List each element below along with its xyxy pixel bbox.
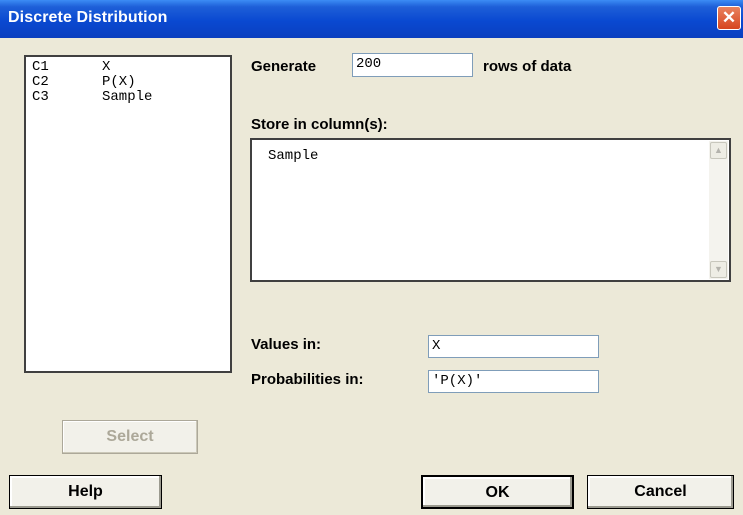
help-button[interactable]: Help: [9, 475, 162, 509]
discrete-distribution-dialog: Discrete Distribution ✕ C1 X C2 P(X) C3 Sam…: [0, 0, 743, 515]
store-scrollbar[interactable]: ▲ ▼: [709, 141, 728, 279]
values-in-input[interactable]: X: [428, 335, 599, 358]
title-bar: Discrete Distribution ✕: [0, 0, 743, 38]
cancel-button[interactable]: Cancel: [587, 475, 734, 509]
chevron-up-icon[interactable]: ▲: [710, 142, 727, 159]
values-in-label: Values in:: [251, 336, 322, 353]
store-in-columns-label: Store in column(s):: [251, 116, 388, 133]
list-item[interactable]: C1 X: [32, 60, 110, 75]
generate-rows-input[interactable]: 200: [352, 53, 473, 77]
probabilities-in-label: Probabilities in:: [251, 371, 364, 388]
select-button[interactable]: Select: [62, 420, 198, 454]
list-item[interactable]: C3 Sample: [32, 90, 152, 105]
probabilities-in-input[interactable]: 'P(X)': [428, 370, 599, 393]
rows-of-data-label: rows of data: [483, 58, 572, 75]
list-item[interactable]: C2 P(X): [32, 75, 136, 90]
ok-button[interactable]: OK: [421, 475, 574, 509]
close-icon[interactable]: ✕: [717, 6, 741, 30]
store-in-columns-field[interactable]: Sample ▲ ▼: [250, 138, 731, 282]
chevron-down-icon[interactable]: ▼: [710, 261, 727, 278]
column-listbox[interactable]: C1 X C2 P(X) C3 Sample: [24, 55, 232, 373]
generate-label: Generate: [251, 58, 317, 75]
store-column-value: Sample: [268, 148, 319, 164]
dialog-title: Discrete Distribution: [8, 9, 168, 26]
